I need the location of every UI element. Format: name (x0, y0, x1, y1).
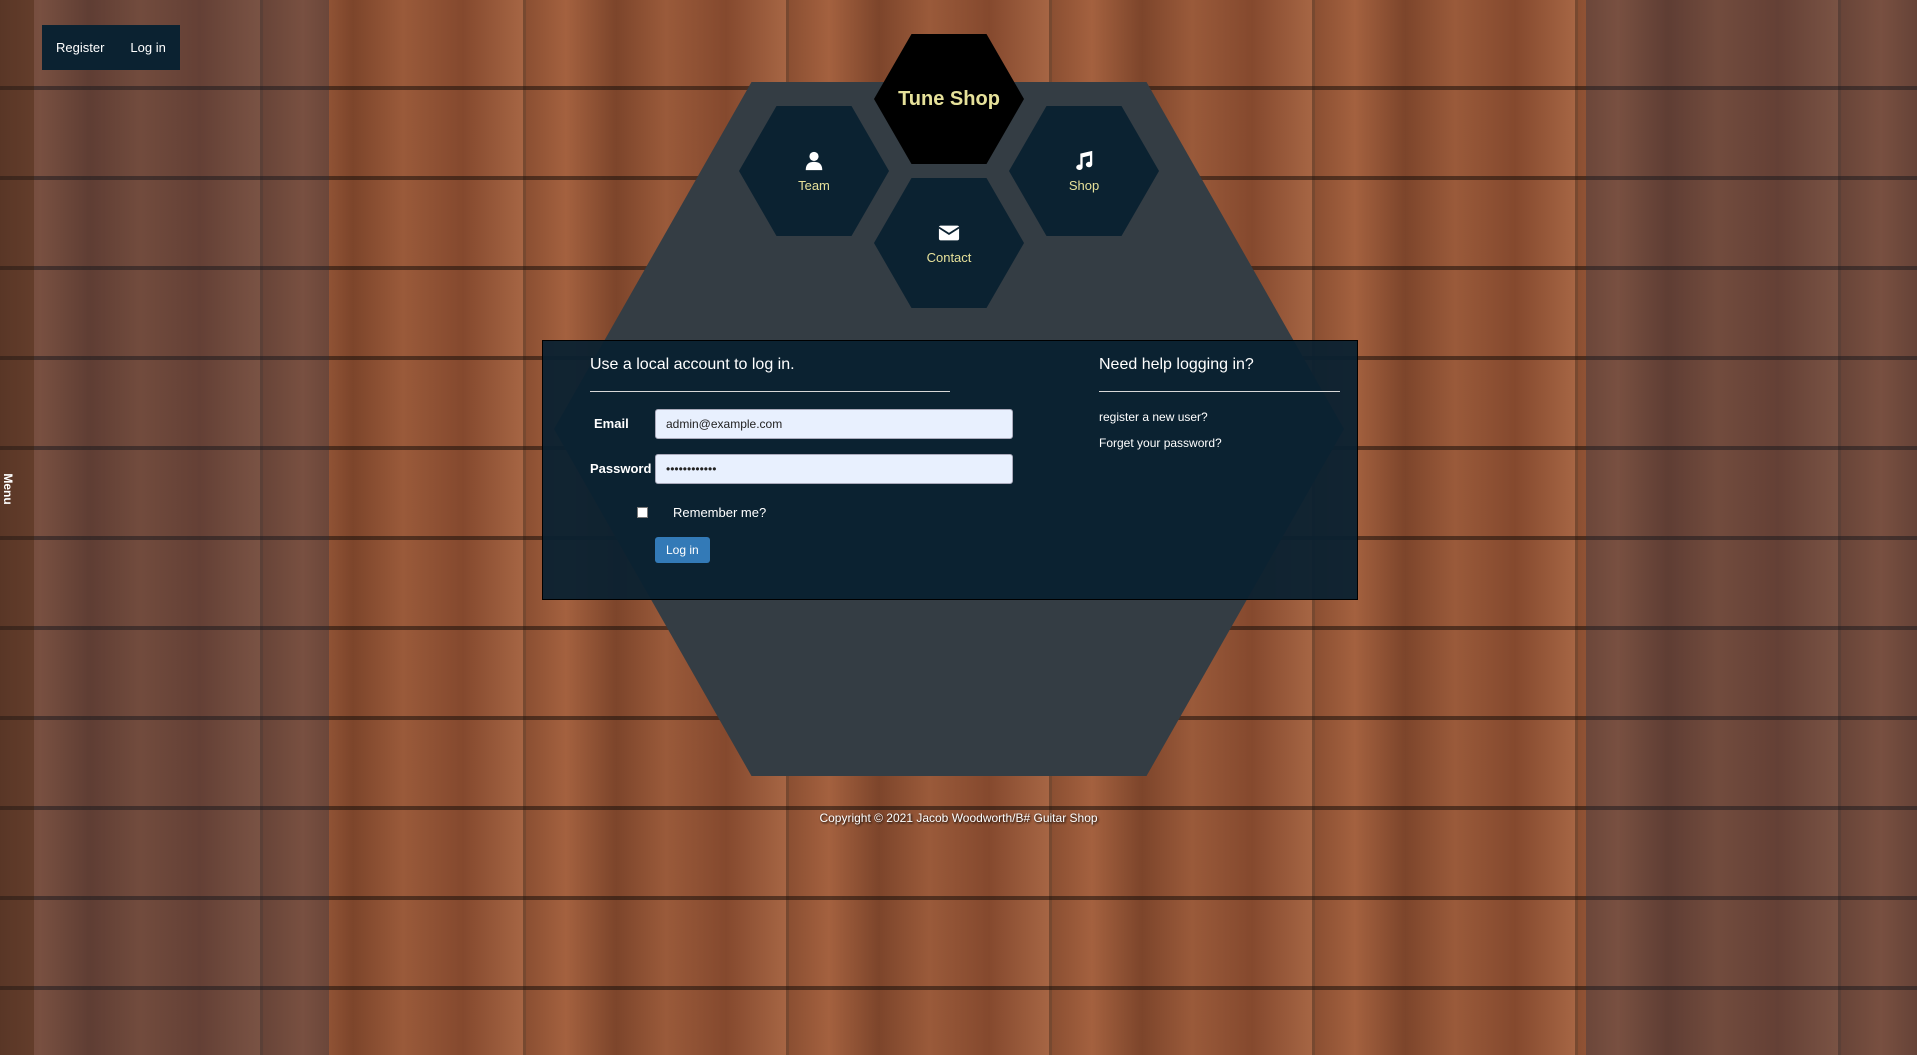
password-label: Password (590, 461, 652, 476)
login-button[interactable]: Log in (655, 537, 710, 563)
nav-label-team: Team (798, 177, 830, 193)
remember-checkbox[interactable] (637, 507, 648, 518)
login-link[interactable]: Log in (130, 40, 165, 55)
user-icon (805, 151, 823, 170)
footer-copyright: Copyright © 2021 Jacob Woodworth/B# Guit… (819, 811, 1098, 825)
nav-label-contact: Contact (926, 249, 972, 265)
email-label: Email (594, 416, 629, 431)
help-divider (1099, 391, 1340, 392)
background-shade-right (1586, 0, 1917, 1055)
login-divider (590, 391, 950, 392)
background-shade-left (34, 0, 329, 1055)
top-nav: Register Log in (42, 25, 180, 70)
register-new-user-link[interactable]: register a new user? (1099, 410, 1208, 424)
help-title: Need help logging in? (1099, 356, 1254, 373)
brand-title: Tune Shop (898, 87, 1000, 110)
remember-label: Remember me? (673, 505, 767, 520)
side-menu-toggle[interactable]: Menu (0, 0, 34, 1055)
login-panel: Use a local account to log in. Email Pas… (542, 340, 1358, 600)
register-link[interactable]: Register (56, 40, 104, 55)
password-field[interactable] (655, 454, 1013, 484)
forgot-password-link[interactable]: Forget your password? (1099, 436, 1222, 450)
login-title: Use a local account to log in. (590, 356, 795, 373)
nav-label-shop: Shop (1068, 177, 1100, 193)
email-field[interactable] (655, 409, 1013, 439)
music-note-icon (1076, 150, 1093, 170)
menu-label: Menu (1, 473, 15, 505)
envelope-icon (938, 225, 960, 240)
